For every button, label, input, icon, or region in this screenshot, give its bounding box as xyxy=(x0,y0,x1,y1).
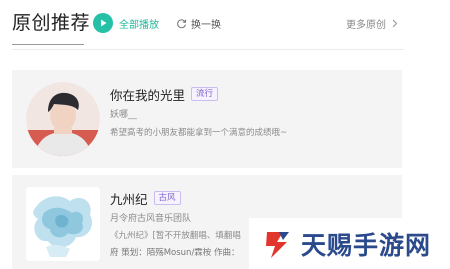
chevron-right-icon xyxy=(392,19,398,28)
song-name[interactable]: 九州纪 xyxy=(110,189,148,208)
artist-name[interactable]: 妖哪__ xyxy=(110,107,394,120)
play-icon xyxy=(93,13,113,33)
refresh-button[interactable]: 换一换 xyxy=(176,15,221,31)
watermark-text: 天赐手游网 xyxy=(301,230,432,260)
song-info: 你在我的光里 流行 妖哪__ 希望高考的小朋友都能拿到一个满意的成绩哦~ xyxy=(110,85,394,138)
play-all-button[interactable]: 全部播放 xyxy=(93,12,159,34)
title-underline xyxy=(12,44,84,45)
watermark-logo-icon xyxy=(261,228,293,260)
song-name-row: 九州纪 古风 xyxy=(110,189,394,207)
refresh-label: 换一换 xyxy=(191,19,221,31)
song-cover-avatar[interactable] xyxy=(26,82,100,156)
original-recommendation-section: 原创推荐 全部播放 换一换 更多原创 你在我的光里 流行 妖哪__ 希望高考的小… xyxy=(0,0,450,269)
song-cover-image[interactable] xyxy=(26,187,100,261)
genre-tag[interactable]: 流行 xyxy=(191,87,219,101)
play-all-label: 全部播放 xyxy=(119,19,159,31)
refresh-icon xyxy=(176,18,187,29)
song-card[interactable]: 你在我的光里 流行 妖哪__ 希望高考的小朋友都能拿到一个满意的成绩哦~ xyxy=(12,70,402,168)
section-title: 原创推荐 xyxy=(12,12,91,34)
more-original-label: 更多原创 xyxy=(346,19,386,31)
site-watermark: 天赐手游网 xyxy=(249,218,450,269)
header-divider xyxy=(12,49,404,50)
section-header: 原创推荐 全部播放 换一换 更多原创 xyxy=(0,0,450,50)
song-name-row: 你在我的光里 流行 xyxy=(110,85,394,103)
song-description: 希望高考的小朋友都能拿到一个满意的成绩哦~ xyxy=(110,128,288,138)
song-name[interactable]: 你在我的光里 xyxy=(110,85,185,104)
more-original-link[interactable]: 更多原创 xyxy=(346,15,398,31)
genre-tag[interactable]: 古风 xyxy=(153,191,181,205)
